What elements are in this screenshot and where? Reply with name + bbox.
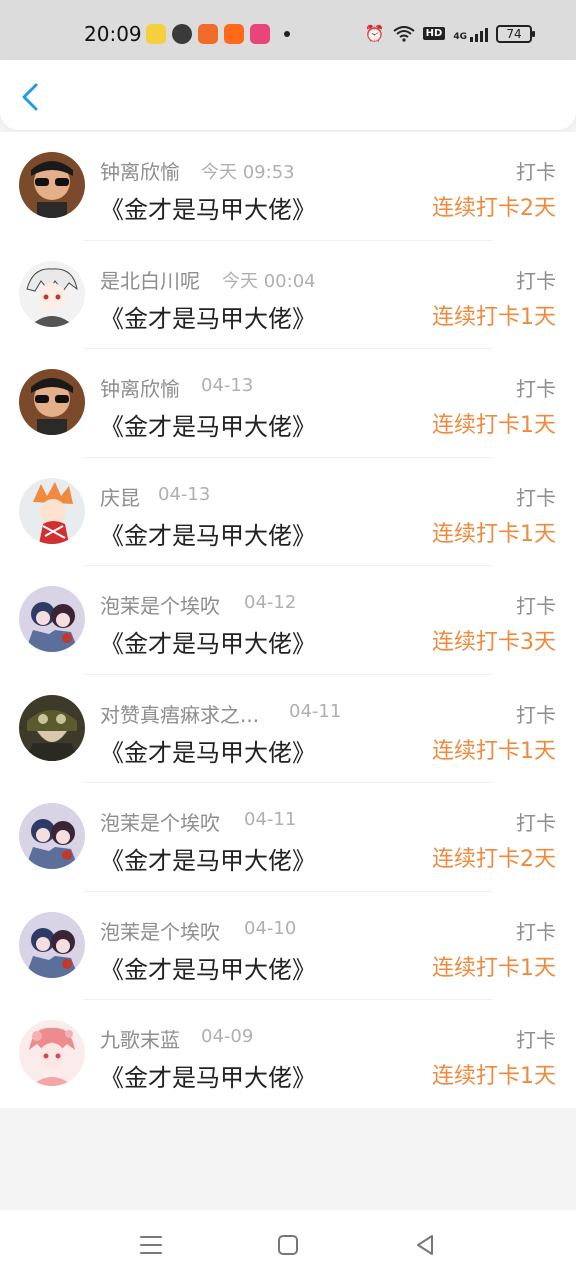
checkin-time: 今天 09:53 xyxy=(201,162,295,183)
wechat-icon xyxy=(172,24,192,44)
book-title[interactable]: 《金才是马甲大佬》 xyxy=(100,299,316,334)
streak-text: 连续打卡1天 xyxy=(432,521,556,547)
avatar[interactable] xyxy=(19,152,85,218)
streak-text: 连续打卡1天 xyxy=(432,413,556,438)
network-type: 4G xyxy=(453,31,467,42)
checkin-list: 钟离欣愉 今天 09:53 《金才是马甲大佬》 打卡 连续打卡2天 是北白川呢 … xyxy=(0,132,576,1108)
home-square-icon xyxy=(278,1235,298,1255)
list-item[interactable]: 钟离欣愉 今天 09:53 《金才是马甲大佬》 打卡 连续打卡2天 xyxy=(0,132,576,241)
streak-text: 连续打卡2天 xyxy=(432,196,556,221)
user-name[interactable]: 泡茉是个埃吹 xyxy=(100,916,220,945)
menu-icon xyxy=(140,1236,162,1254)
book-title[interactable]: 《金才是马甲大佬》 xyxy=(100,950,316,985)
user-name[interactable]: 钟离欣愉 xyxy=(100,373,180,402)
streak-text: 连续打卡1天 xyxy=(432,955,556,981)
checkin-label: 打卡 xyxy=(516,1028,556,1052)
home-button[interactable] xyxy=(275,1232,301,1258)
app-notification-icon xyxy=(198,24,218,44)
book-title[interactable]: 《金才是马甲大佬》 xyxy=(100,190,316,225)
list-item[interactable]: 庆昆 04-13 《金才是马甲大佬》 打卡 连续打卡1天 xyxy=(0,458,576,567)
checkin-label: 打卡 xyxy=(516,702,556,727)
avatar[interactable] xyxy=(19,586,85,652)
checkin-time: 04-09 xyxy=(201,1026,254,1047)
app-notification-icon xyxy=(146,24,166,44)
list-item[interactable]: 对赞真痦痳求之... 04-11 《金才是马甲大佬》 打卡 连续打卡1天 xyxy=(0,675,576,784)
status-bar: 20:09 ⏰ HD 4G 74 xyxy=(0,0,576,60)
taobao-icon xyxy=(224,24,244,44)
battery-level: 74 xyxy=(506,26,522,41)
checkin-label: 打卡 xyxy=(516,919,556,944)
system-nav-bar xyxy=(0,1210,576,1280)
hd-badge: HD xyxy=(422,27,446,40)
checkin-label: 打卡 xyxy=(516,485,556,510)
avatar[interactable] xyxy=(19,1020,85,1086)
checkin-label: 打卡 xyxy=(516,268,556,293)
avatar[interactable] xyxy=(19,803,85,869)
avatar[interactable] xyxy=(19,911,85,978)
book-title[interactable]: 《金才是马甲大佬》 xyxy=(100,516,316,551)
streak-text: 连续打卡1天 xyxy=(432,1064,556,1089)
book-title[interactable]: 《金才是马甲大佬》 xyxy=(100,1058,316,1093)
checkin-time: 04-13 xyxy=(201,375,254,396)
list-item[interactable]: 泡茉是个埃吹 04-10 《金才是马甲大佬》 打卡 连续打卡1天 xyxy=(0,892,576,1001)
list-item[interactable]: 九歌末蓝 04-09 《金才是马甲大佬》 打卡 连续打卡1天 xyxy=(0,1000,576,1109)
streak-text: 连续打卡2天 xyxy=(432,847,556,872)
user-name[interactable]: 泡茉是个埃吹 xyxy=(100,807,220,836)
checkin-time: 04-11 xyxy=(244,809,297,830)
header xyxy=(0,60,576,130)
user-name[interactable]: 钟离欣愉 xyxy=(100,156,180,185)
checkin-time: 04-11 xyxy=(289,700,342,722)
book-title[interactable]: 《金才是马甲大佬》 xyxy=(100,407,316,442)
battery-icon: 74 xyxy=(496,24,535,43)
user-name[interactable]: 九歌末蓝 xyxy=(100,1024,180,1053)
book-title[interactable]: 《金才是马甲大佬》 xyxy=(100,841,316,876)
chevron-left-icon xyxy=(22,83,38,111)
alarm-icon: ⏰ xyxy=(364,24,385,43)
notification-icons xyxy=(146,24,290,44)
user-name[interactable]: 对赞真痦痳求之... xyxy=(100,699,259,728)
streak-text: 连续打卡1天 xyxy=(432,304,556,330)
book-title[interactable]: 《金才是马甲大佬》 xyxy=(100,624,316,659)
status-indicators: ⏰ HD 4G 74 xyxy=(364,24,535,43)
list-item[interactable]: 泡茉是个埃吹 04-12 《金才是马甲大佬》 打卡 连续打卡3天 xyxy=(0,566,576,675)
status-time: 20:09 xyxy=(84,22,142,46)
user-name[interactable]: 是北白川呢 xyxy=(100,265,200,294)
book-title[interactable]: 《金才是马甲大佬》 xyxy=(100,733,316,768)
back-triangle-icon xyxy=(417,1235,433,1255)
checkin-label: 打卡 xyxy=(516,811,556,835)
user-name[interactable]: 庆昆 xyxy=(100,482,140,511)
list-item[interactable]: 钟离欣愉 04-13 《金才是马甲大佬》 打卡 连续打卡1天 xyxy=(0,349,576,458)
list-item[interactable]: 是北白川呢 今天 00:04 《金才是马甲大佬》 打卡 连续打卡1天 xyxy=(0,241,576,350)
back-button[interactable] xyxy=(18,82,44,112)
streak-text: 连续打卡1天 xyxy=(432,738,556,764)
signal-icon: 4G xyxy=(453,26,488,42)
checkin-label: 打卡 xyxy=(516,160,556,184)
checkin-label: 打卡 xyxy=(516,594,556,618)
checkin-time: 今天 00:04 xyxy=(222,270,316,292)
checkin-time: 04-13 xyxy=(158,483,211,505)
avatar[interactable] xyxy=(19,694,85,761)
checkin-label: 打卡 xyxy=(516,377,556,401)
avatar[interactable] xyxy=(19,260,85,327)
app-notification-icon xyxy=(250,24,270,44)
menu-button[interactable] xyxy=(138,1232,164,1258)
wifi-icon xyxy=(393,25,415,42)
avatar[interactable] xyxy=(19,477,85,544)
checkin-time: 04-12 xyxy=(244,592,297,613)
more-notifications-dot xyxy=(284,31,290,37)
back-nav-button[interactable] xyxy=(412,1232,438,1258)
avatar[interactable] xyxy=(19,369,85,435)
checkin-time: 04-10 xyxy=(244,917,297,939)
user-name[interactable]: 泡茉是个埃吹 xyxy=(100,590,220,619)
streak-text: 连续打卡3天 xyxy=(432,630,556,655)
list-item[interactable]: 泡茉是个埃吹 04-11 《金才是马甲大佬》 打卡 连续打卡2天 xyxy=(0,783,576,892)
